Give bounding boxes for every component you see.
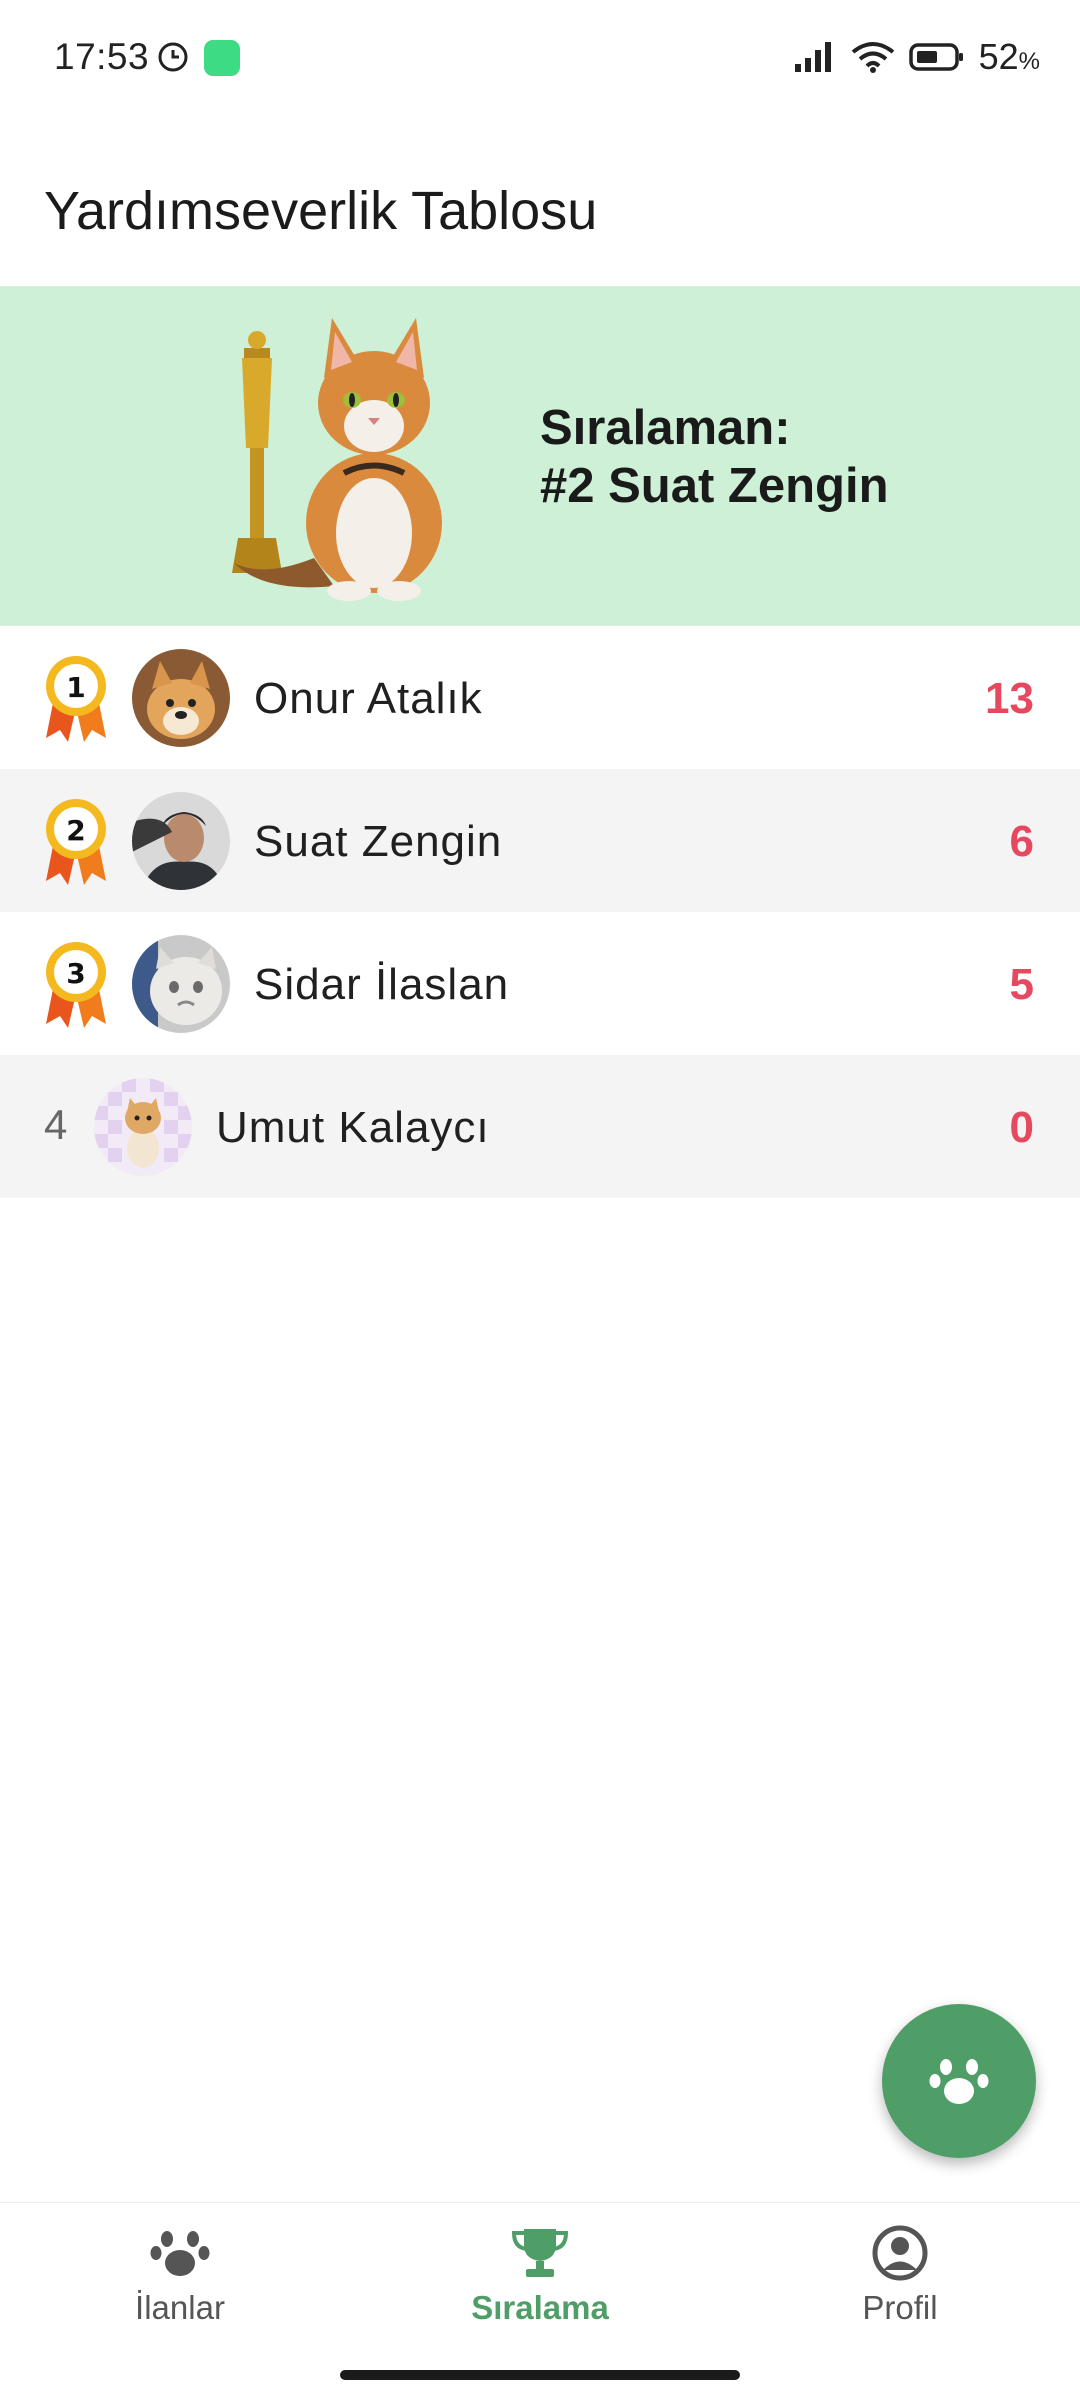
leaderboard-row[interactable]: 2 Suat Zengin 6 <box>0 769 1080 912</box>
page-title: Yardımseverlik Tablosu <box>44 181 598 241</box>
account-circle-icon <box>872 2225 928 2281</box>
silver-medal-icon: 2 <box>46 799 106 885</box>
score-value: 13 <box>985 674 1034 723</box>
user-name: Suat Zengin <box>254 817 503 866</box>
nav-item-siralama[interactable]: Sıralama <box>390 2225 690 2327</box>
leaderboard-row[interactable]: 4 Umut Kalaycı 0 <box>0 1055 1080 1198</box>
status-indicators: 52% <box>793 36 1040 78</box>
paw-icon <box>929 2059 989 2104</box>
nav-label-ilanlar: İlanlar <box>135 2289 225 2326</box>
nav-label-siralama: Sıralama <box>471 2289 609 2326</box>
my-rank-value: #2 Suat Zengin <box>540 459 889 513</box>
gold-medal-icon: 1 <box>46 656 106 742</box>
my-rank-label: Sıralaman: <box>540 401 791 455</box>
user-name: Umut Kalaycı <box>216 1103 490 1152</box>
svg-text:1: 1 <box>66 671 85 704</box>
leaderboard-row[interactable]: 3 Sidar İlaslan 5 <box>0 912 1080 1055</box>
nav-label-profil: Profil <box>862 2289 938 2326</box>
svg-text:2: 2 <box>66 814 85 847</box>
user-name: Sidar İlaslan <box>254 960 510 1009</box>
battery-icon <box>908 43 963 71</box>
nav-item-profil[interactable]: Profil <box>750 2225 1050 2327</box>
wifi-icon <box>851 42 894 73</box>
android-app-icon <box>204 40 240 76</box>
paw-fab-button[interactable] <box>882 2004 1036 2158</box>
paw-icon <box>150 2231 210 2276</box>
cat-trophy-illustration <box>232 318 442 601</box>
svg-text:3: 3 <box>66 957 85 990</box>
score-value: 0 <box>1009 1103 1034 1152</box>
avatar <box>132 935 230 1033</box>
avatar <box>94 1078 192 1176</box>
leaderboard-row[interactable]: 1 Onur Atalık 13 <box>0 626 1080 769</box>
status-time: 17:53 <box>54 36 150 77</box>
signal-icon <box>794 42 831 72</box>
alarm-clock-icon <box>158 42 188 72</box>
avatar <box>132 649 230 747</box>
rank-number: 4 <box>44 1101 68 1148</box>
bronze-medal-icon: 3 <box>46 942 106 1028</box>
user-name: Onur Atalık <box>254 674 483 723</box>
status-bar: 17:53 52% <box>0 0 1080 116</box>
battery-percentage: 52% <box>978 36 1040 77</box>
score-value: 6 <box>1009 817 1034 866</box>
trophy-icon <box>511 2229 569 2277</box>
score-value: 5 <box>1009 960 1034 1009</box>
nav-item-ilanlar[interactable]: İlanlar <box>30 2225 330 2327</box>
rank-banner: Sıralaman: #2 Suat Zengin <box>0 286 1080 626</box>
home-indicator <box>340 2370 740 2380</box>
avatar <box>132 792 230 890</box>
leaderboard-list: 1 Onur Atalık 13 2 Suat Zengin 6 3 Sidar… <box>0 626 1080 1198</box>
